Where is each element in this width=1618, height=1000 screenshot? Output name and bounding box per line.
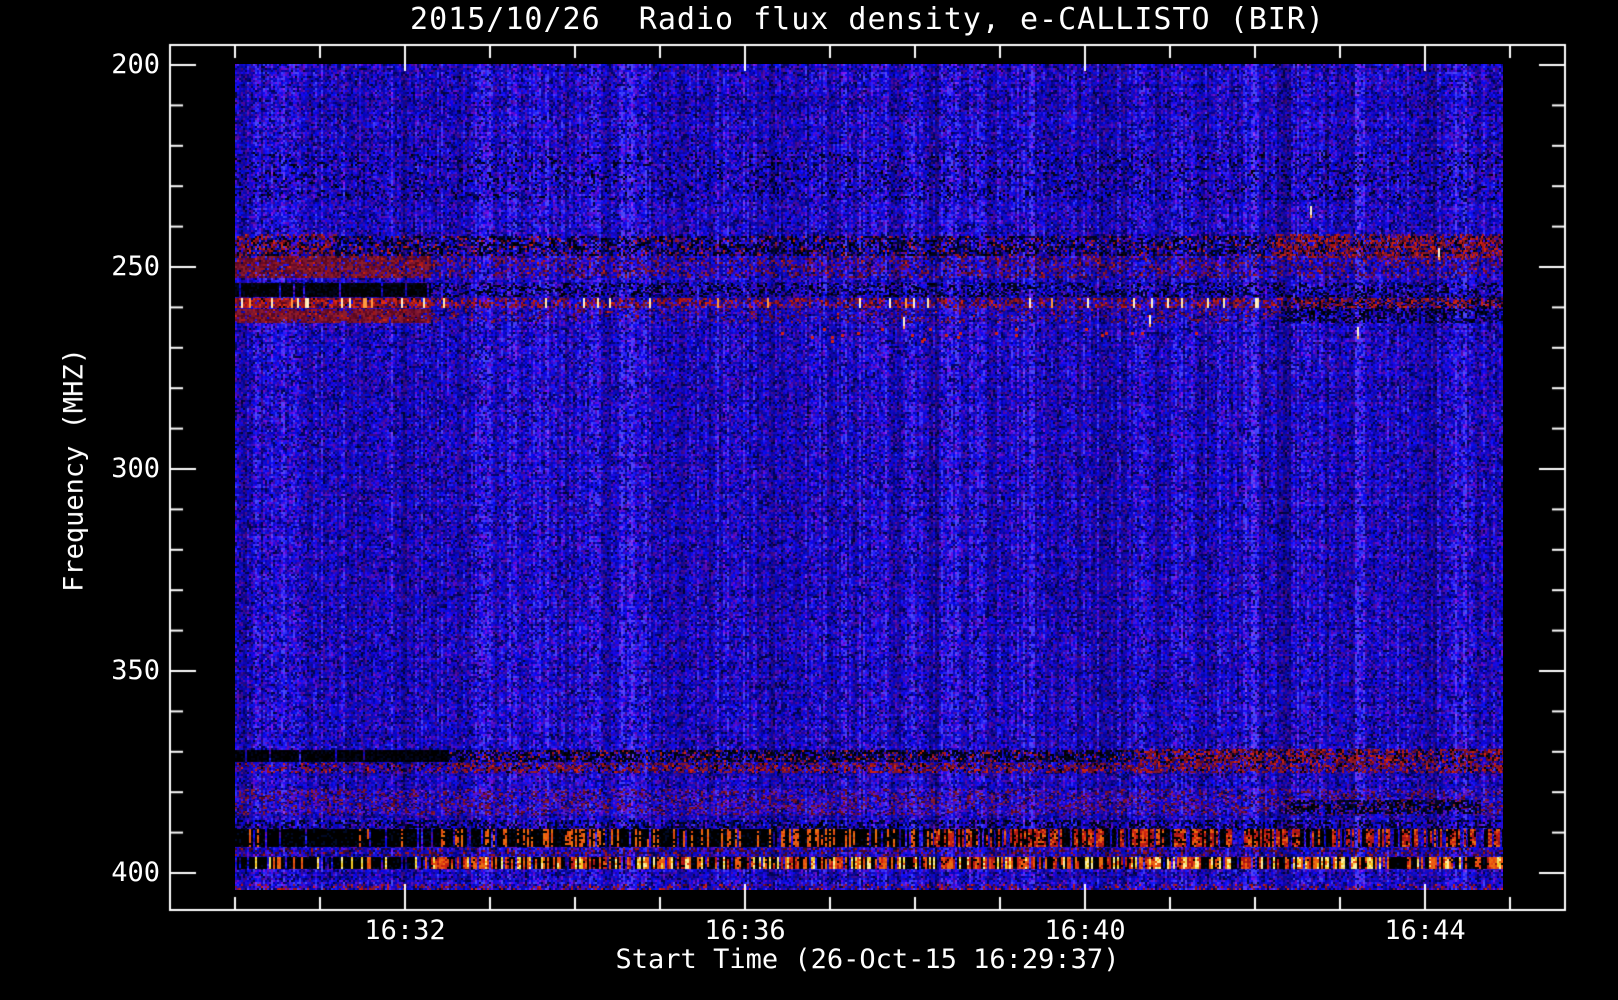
x-tick-label-16-44: 16:44 (1384, 915, 1466, 946)
y-tick-label-200: 200 (111, 49, 160, 80)
spectrogram-page: 2015/10/26 Radio flux density, e-CALLIST… (0, 0, 1618, 1000)
y-tick-label-400: 400 (111, 857, 160, 888)
chart-title: 2015/10/26 Radio flux density, e-CALLIST… (410, 2, 1325, 37)
x-tick-label-16-40: 16:40 (1044, 915, 1126, 946)
axes-frame-canvas (0, 0, 1618, 1000)
y-tick-label-250: 250 (111, 251, 160, 282)
x-axis-title: Start Time (26-Oct-15 16:29:37) (615, 944, 1120, 975)
x-tick-label-16-32: 16:32 (364, 915, 446, 946)
y-tick-label-300: 300 (111, 453, 160, 484)
x-tick-label-16-36: 16:36 (704, 915, 786, 946)
y-tick-label-350: 350 (111, 655, 160, 686)
